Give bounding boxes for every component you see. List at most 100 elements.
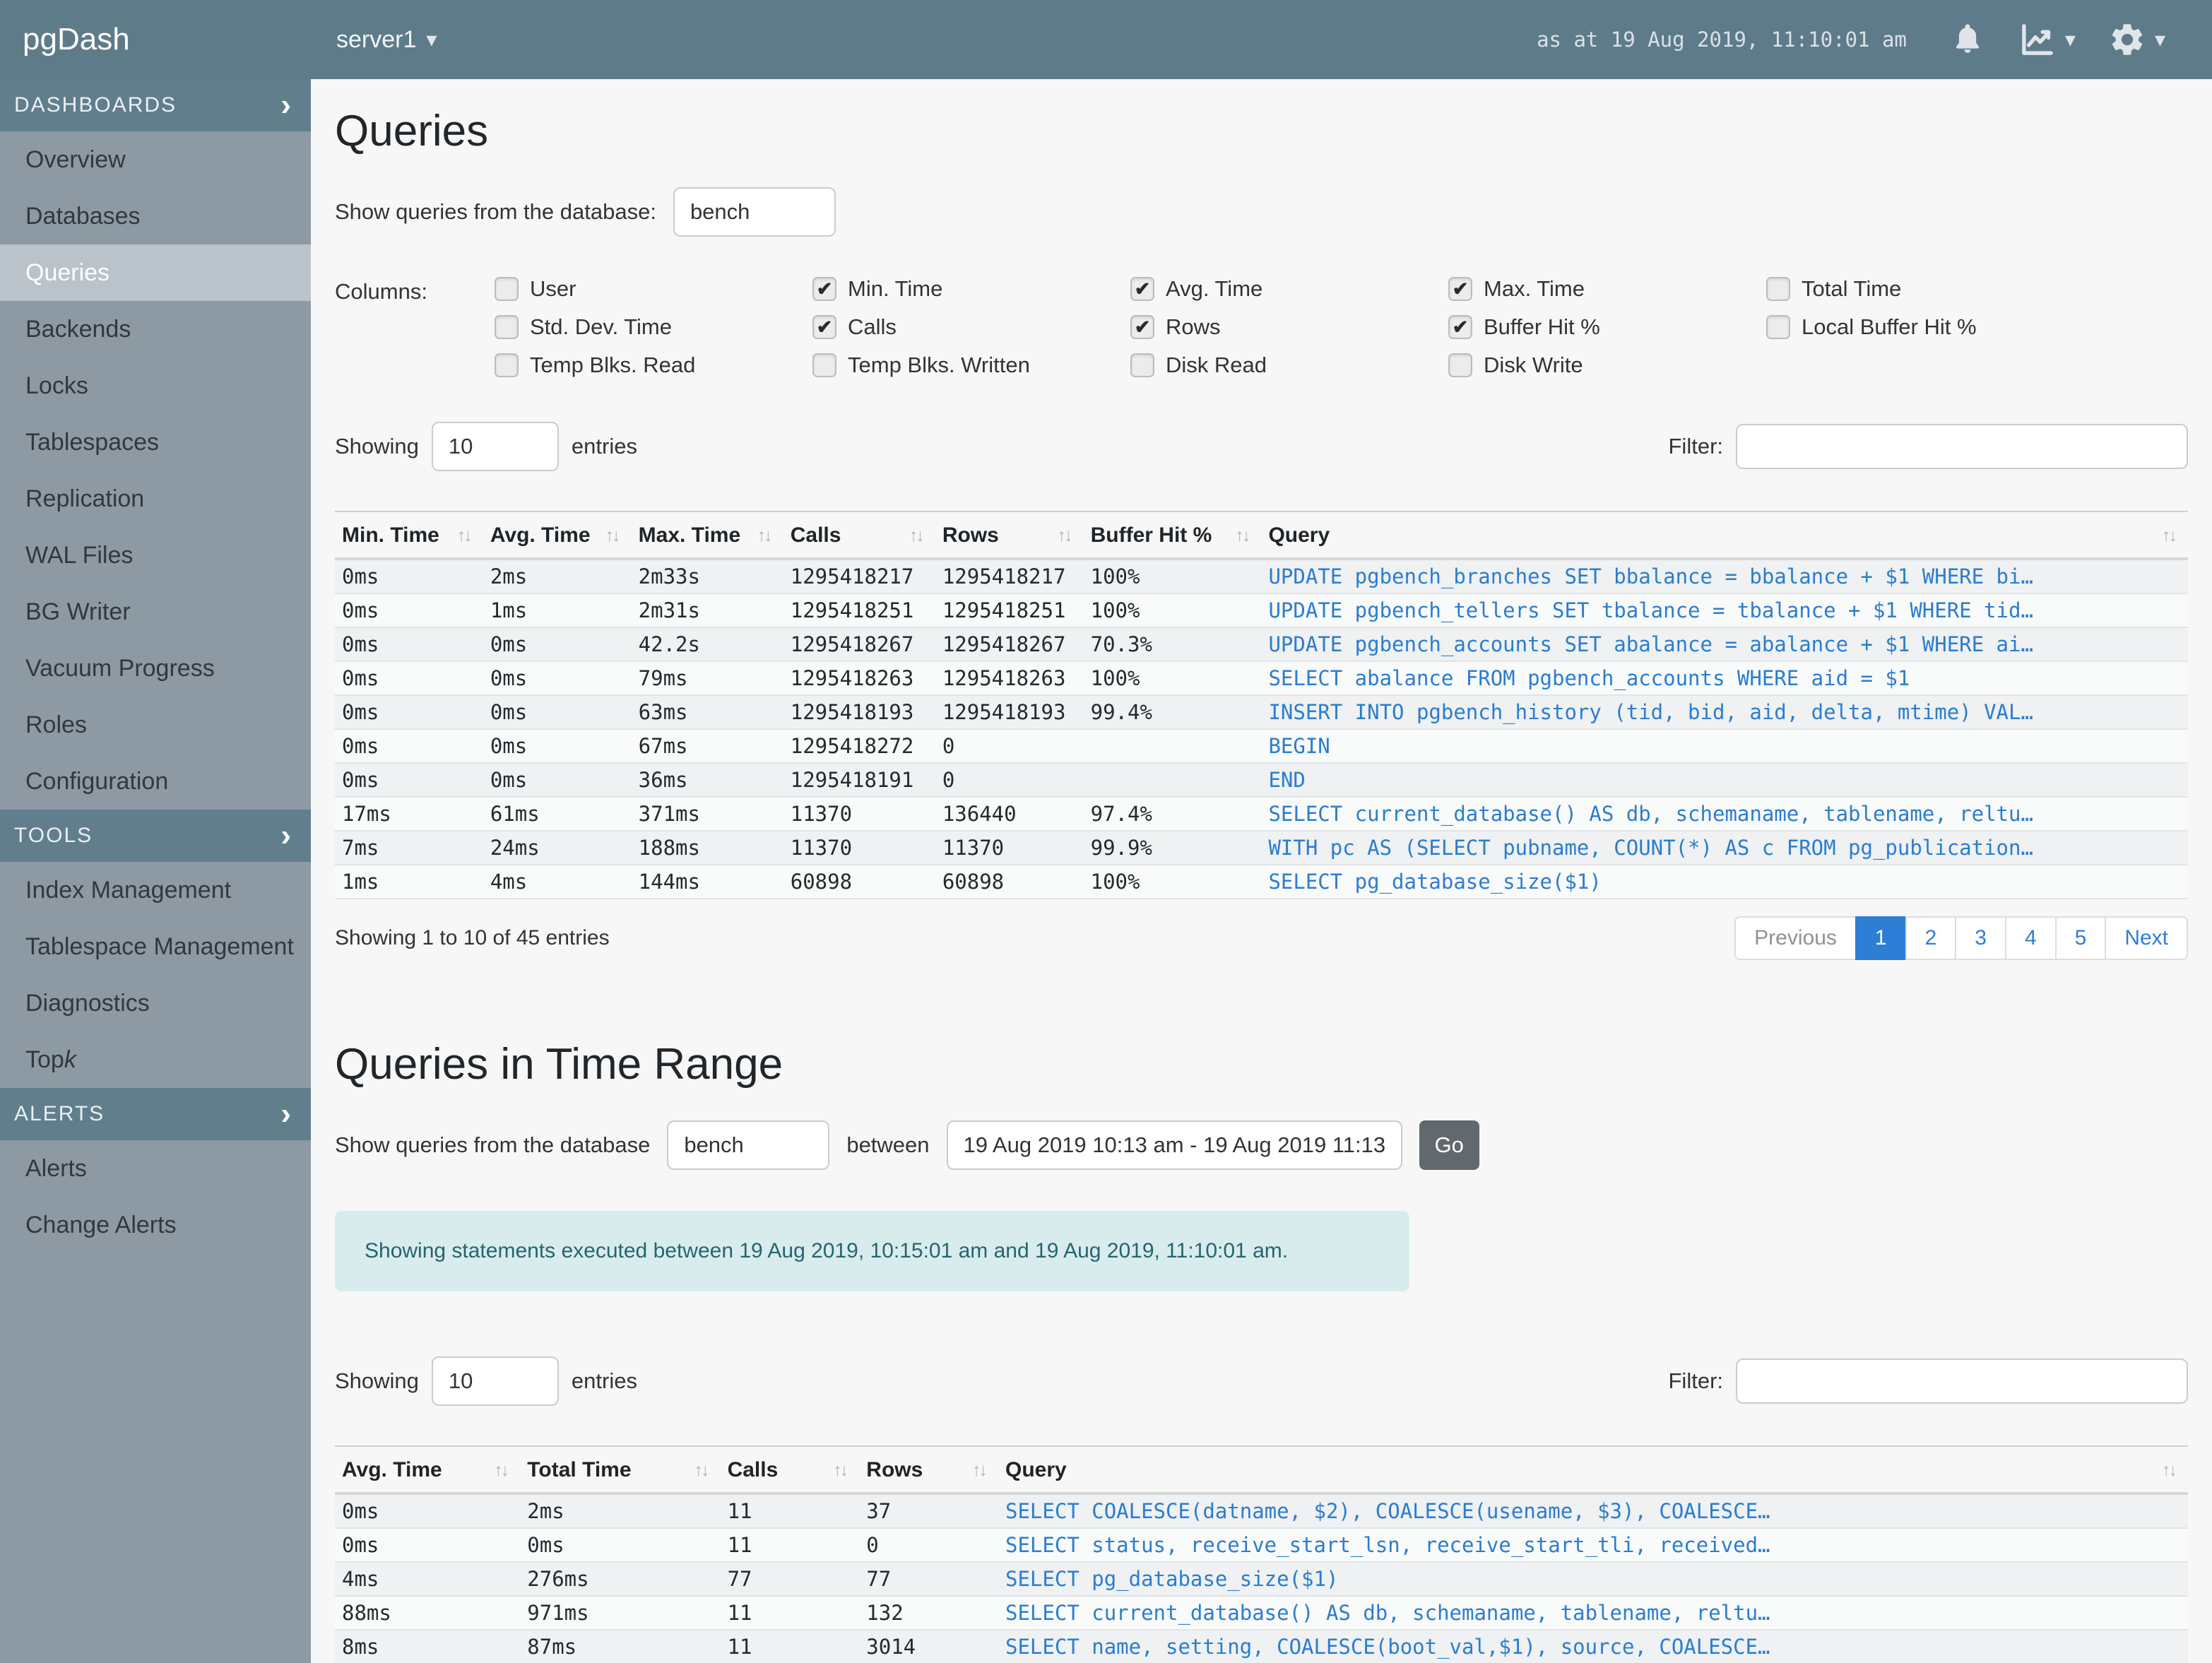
sort-icon[interactable]: ↑↓: [833, 1460, 848, 1481]
sort-icon[interactable]: ↑↓: [494, 1460, 509, 1481]
charts-menu-button[interactable]: ▾: [2018, 20, 2076, 59]
query-link[interactable]: SELECT abalance FROM pgbench_accounts WH…: [1261, 661, 2188, 695]
query-link[interactable]: BEGIN: [1261, 729, 2188, 763]
sort-icon[interactable]: ↑↓: [1058, 526, 1073, 546]
sidebar-item-databases[interactable]: Databases: [0, 188, 311, 244]
sidebar-item-configuration[interactable]: Configuration: [0, 753, 311, 810]
column-checkbox-total-time[interactable]: Total Time: [1766, 276, 2084, 302]
column-checkbox-local-buffer-hit[interactable]: Local Buffer Hit %: [1766, 314, 2084, 340]
sidebar-item-index-management[interactable]: Index Management: [0, 862, 311, 918]
column-header-query[interactable]: Query ↑↓: [1261, 511, 2188, 559]
pagination-previous[interactable]: Previous: [1734, 916, 1857, 960]
query-link[interactable]: INSERT INTO pgbench_history (tid, bid, a…: [1261, 695, 2188, 729]
sidebar-item-diagnostics[interactable]: Diagnostics: [0, 975, 311, 1031]
sidebar-item-alerts[interactable]: Alerts: [0, 1140, 311, 1197]
query-link[interactable]: SELECT pg_database_size($1): [998, 1562, 2188, 1596]
sidebar-item-replication[interactable]: Replication: [0, 471, 311, 527]
filter-input-2[interactable]: [1736, 1359, 2188, 1404]
column-header-min-time[interactable]: Min. Time ↑↓: [335, 511, 483, 559]
sort-icon[interactable]: ↑↓: [2162, 526, 2177, 546]
sort-icon[interactable]: ↑↓: [605, 526, 621, 546]
column-header-total-time[interactable]: Total Time ↑↓: [520, 1446, 720, 1493]
sidebar-section-tools[interactable]: TOOLS ›: [0, 810, 311, 862]
time-range-queries-table: Avg. Time ↑↓ Total Time ↑↓ Calls ↑↓ Rows ↑↓ Quer…: [335, 1445, 2188, 1663]
pagination-next[interactable]: Next: [2105, 916, 2188, 960]
pagination-page-5[interactable]: 5: [2054, 916, 2107, 960]
column-header-avg-time[interactable]: Avg. Time ↑↓: [335, 1446, 520, 1493]
pagination-page-4[interactable]: 4: [2004, 916, 2057, 960]
sidebar-item-vacuum-progress[interactable]: Vacuum Progress: [0, 640, 311, 697]
query-link[interactable]: WITH pc AS (SELECT pubname, COUNT(*) AS …: [1261, 831, 2188, 865]
column-header-buffer-hit[interactable]: Buffer Hit % ↑↓: [1084, 511, 1262, 559]
sidebar-item-tablespaces[interactable]: Tablespaces: [0, 414, 311, 471]
query-link[interactable]: SELECT pg_database_size($1): [1261, 865, 2188, 899]
column-checkbox-max-time[interactable]: ✔ Max. Time: [1448, 276, 1766, 302]
query-link[interactable]: SELECT COALESCE(datname, $2), COALESCE(u…: [998, 1493, 2188, 1528]
sidebar-section-dashboards[interactable]: DASHBOARDS ›: [0, 79, 311, 131]
query-link[interactable]: END: [1261, 763, 2188, 797]
column-checkbox-std-dev-time[interactable]: Std. Dev. Time: [495, 314, 812, 340]
sidebar-item-wal-files[interactable]: WAL Files: [0, 527, 311, 584]
sidebar-item-locks[interactable]: Locks: [0, 357, 311, 414]
column-checkbox-disk-read[interactable]: Disk Read: [1130, 353, 1448, 378]
query-link[interactable]: SELECT current_database() AS db, scheman…: [998, 1596, 2188, 1630]
sort-icon[interactable]: ↑↓: [2162, 1460, 2177, 1481]
entries-count-input[interactable]: [431, 422, 559, 471]
sort-icon[interactable]: ↑↓: [757, 526, 773, 546]
column-header-query[interactable]: Query ↑↓: [998, 1446, 2188, 1493]
sidebar-item-backends[interactable]: Backends: [0, 301, 311, 357]
sort-icon[interactable]: ↑↓: [694, 1460, 710, 1481]
column-header-rows[interactable]: Rows ↑↓: [935, 511, 1084, 559]
column-checkbox-rows[interactable]: ✔ Rows: [1130, 314, 1448, 340]
notifications-button[interactable]: [1949, 21, 1986, 58]
query-link[interactable]: UPDATE pgbench_accounts SET abalance = a…: [1261, 627, 2188, 661]
data-cell: 4ms: [490, 870, 528, 894]
sort-icon[interactable]: ↑↓: [1235, 526, 1250, 546]
query-link[interactable]: UPDATE pgbench_tellers SET tbalance = tb…: [1261, 593, 2188, 627]
settings-menu-button[interactable]: ▾: [2108, 20, 2165, 59]
pagination-page-3[interactable]: 3: [1955, 916, 2006, 960]
go-button[interactable]: Go: [1419, 1120, 1479, 1170]
pagination-page-1[interactable]: 1: [1855, 916, 1907, 960]
sort-icon[interactable]: ↑↓: [457, 526, 473, 546]
sidebar-item-queries[interactable]: Queries: [0, 244, 311, 301]
column-header-calls[interactable]: Calls ↑↓: [721, 1446, 860, 1493]
column-checkbox-user[interactable]: User: [495, 276, 812, 302]
column-header-avg-time[interactable]: Avg. Time ↑↓: [483, 511, 632, 559]
sidebar-item-top[interactable]: Top k: [0, 1031, 311, 1088]
database-input[interactable]: [673, 187, 836, 237]
sidebar-section-alerts[interactable]: ALERTS ›: [0, 1088, 311, 1140]
app-logo[interactable]: pgDash: [0, 22, 311, 57]
column-header-calls[interactable]: Calls ↑↓: [783, 511, 935, 559]
query-link[interactable]: SELECT current_database() AS db, scheman…: [1261, 797, 2188, 831]
column-header-rows[interactable]: Rows ↑↓: [859, 1446, 998, 1493]
sort-icon[interactable]: ↑↓: [972, 1460, 988, 1481]
column-checkbox-calls[interactable]: ✔ Calls: [812, 314, 1130, 340]
column-checkbox-buffer-hit[interactable]: ✔ Buffer Hit %: [1448, 314, 1766, 340]
column-header-max-time[interactable]: Max. Time ↑↓: [632, 511, 783, 559]
server-selector[interactable]: server1 ▾: [336, 26, 437, 54]
query-link[interactable]: UPDATE pgbench_branches SET bbalance = b…: [1261, 559, 2188, 593]
sidebar-item-tablespace-management[interactable]: Tablespace Management: [0, 918, 311, 975]
filter-input[interactable]: [1736, 424, 2188, 469]
query-link[interactable]: SELECT status, receive_start_lsn, receiv…: [998, 1528, 2188, 1562]
sidebar-item-overview[interactable]: Overview: [0, 131, 311, 188]
column-checkbox-disk-write[interactable]: Disk Write: [1448, 353, 1766, 378]
checkbox-checked-icon: ✔: [812, 315, 836, 339]
entries-count-input-2[interactable]: [431, 1356, 559, 1406]
query-link[interactable]: SELECT name, setting, COALESCE(boot_val,…: [998, 1630, 2188, 1663]
time-range-input[interactable]: [946, 1120, 1402, 1170]
column-checkbox-avg-time[interactable]: ✔ Avg. Time: [1130, 276, 1448, 302]
chevron-down-icon: ▾: [426, 28, 437, 52]
column-checkbox-min-time[interactable]: ✔ Min. Time: [812, 276, 1130, 302]
sidebar-item-bg-writer[interactable]: BG Writer: [0, 584, 311, 640]
sidebar-item-change-alerts[interactable]: Change Alerts: [0, 1197, 311, 1253]
sidebar-item-roles[interactable]: Roles: [0, 697, 311, 753]
column-checkbox-temp-blks-written[interactable]: Temp Blks. Written: [812, 353, 1130, 378]
pagination-page-2[interactable]: 2: [1905, 916, 1957, 960]
chevron-right-icon: ›: [280, 1096, 292, 1131]
sort-icon[interactable]: ↑↓: [909, 526, 925, 546]
column-checkbox-temp-blks-read[interactable]: Temp Blks. Read: [495, 353, 812, 378]
table-header-row: Avg. Time ↑↓ Total Time ↑↓ Calls ↑↓ Rows ↑↓ Quer…: [335, 1446, 2188, 1493]
database-input-2[interactable]: [667, 1120, 830, 1170]
